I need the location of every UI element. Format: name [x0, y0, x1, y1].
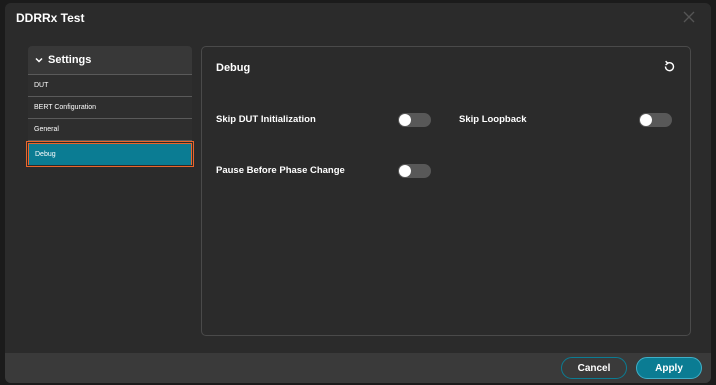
cancel-button[interactable]: Cancel	[561, 357, 627, 379]
sidebar-item-label: General	[34, 126, 59, 133]
sidebar-item-bert-configuration[interactable]: BERT Configuration	[28, 97, 192, 119]
sidebar-item-debug[interactable]: Debug	[26, 141, 194, 167]
dialog-footer: Cancel Apply	[5, 353, 711, 383]
apply-button[interactable]: Apply	[636, 357, 702, 379]
skip-loopback-label: Skip Loopback	[459, 114, 527, 125]
panel-title: Debug	[216, 62, 251, 74]
skip-dut-initialization-toggle[interactable]	[398, 113, 431, 127]
skip-dut-initialization-label: Skip DUT Initialization	[216, 114, 316, 125]
chevron-down-icon	[34, 55, 44, 65]
settings-sidebar: Settings DUT BERT Configuration General …	[26, 46, 194, 346]
toggle-knob	[640, 114, 652, 126]
dialog-title: DDRRx Test	[16, 11, 85, 25]
skip-loopback-toggle[interactable]	[639, 113, 672, 127]
pause-before-phase-change-label: Pause Before Phase Change	[216, 165, 345, 176]
toggle-knob	[399, 114, 411, 126]
sidebar-item-general[interactable]: General	[28, 119, 192, 141]
toggle-knob	[399, 165, 411, 177]
sidebar-item-dut[interactable]: DUT	[28, 75, 192, 97]
sidebar-item-label: Debug	[35, 151, 56, 158]
debug-panel: Debug Skip DUT Initialization Skip Loopb…	[201, 46, 691, 336]
sidebar-item-label: DUT	[34, 82, 49, 89]
sidebar-header-label: Settings	[48, 54, 92, 66]
pause-before-phase-change-toggle[interactable]	[398, 164, 431, 178]
title-bar: DDRRx Test	[5, 3, 711, 33]
refresh-icon[interactable]	[662, 60, 676, 74]
close-icon[interactable]	[681, 9, 697, 25]
settings-dialog: DDRRx Test Settings DUT BERT Configurati…	[5, 3, 711, 383]
sidebar-item-label: BERT Configuration	[34, 104, 96, 111]
sidebar-header-settings[interactable]: Settings	[28, 46, 192, 75]
